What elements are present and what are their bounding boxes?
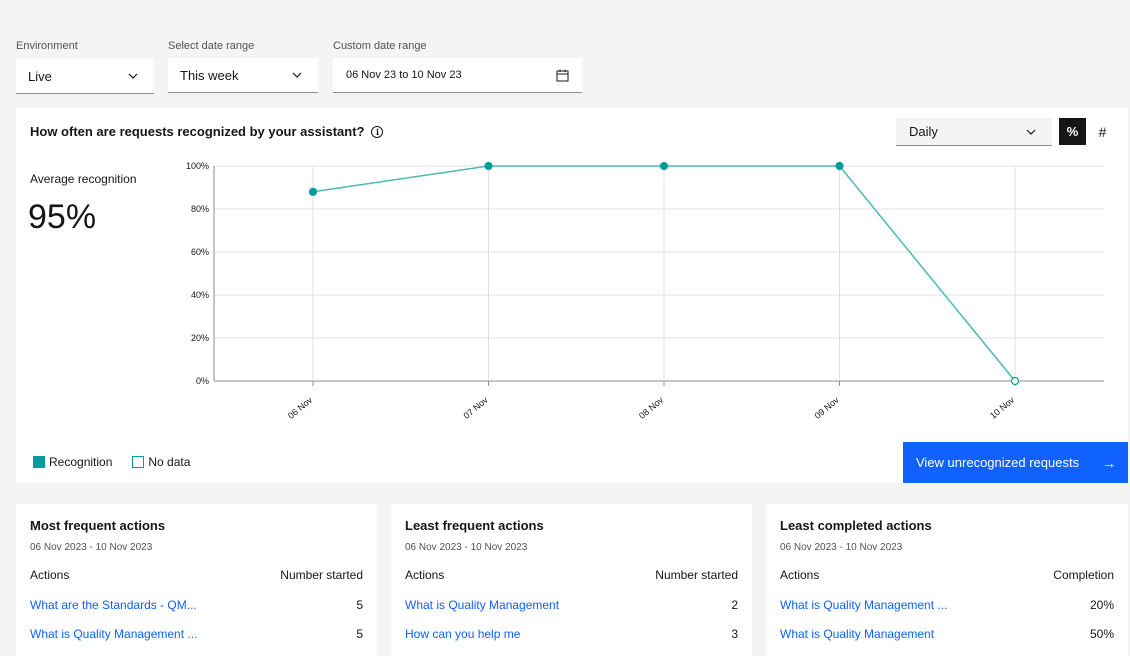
data-point-nodata <box>1010 376 1020 386</box>
view-unrecognized-requests-button[interactable]: View unrecognized requests → <box>903 442 1128 483</box>
y-tick-label: 80% <box>191 204 209 214</box>
x-tick-label: 10 Nov <box>988 395 1017 421</box>
x-tick-label: 08 Nov <box>637 395 666 421</box>
y-tick-label: 20% <box>191 333 209 343</box>
action-value: 5 <box>356 598 363 612</box>
most-frequent-actions-card: Most frequent actions 06 Nov 2023 - 10 N… <box>16 504 377 656</box>
least-frequent-actions-card: Least frequent actions 06 Nov 2023 - 10 … <box>391 504 752 656</box>
data-point <box>659 161 669 171</box>
action-link[interactable]: What is Quality Management ... <box>780 598 947 612</box>
action-link[interactable]: What are the Standards - QM... <box>30 598 197 612</box>
environment-label: Environment <box>16 40 78 52</box>
y-tick-label: 40% <box>191 290 209 300</box>
legend-nodata-swatch <box>132 456 145 468</box>
x-tick-label: 06 Nov <box>286 395 315 421</box>
environment-value: Live <box>28 68 52 84</box>
card-title: Least frequent actions <box>405 518 544 533</box>
action-value: 3 <box>731 627 738 641</box>
custom-date-input[interactable]: 06 Nov 23 to 10 Nov 23 <box>333 58 582 93</box>
col-actions: Actions <box>30 568 70 582</box>
view-button-label: View unrecognized requests <box>916 455 1080 470</box>
custom-date-label: Custom date range <box>333 40 427 52</box>
filter-bar: Environment Live Select date range This … <box>0 0 1130 98</box>
data-point <box>835 161 844 171</box>
action-value: 5 <box>356 627 363 641</box>
date-range-dropdown[interactable]: This week <box>168 58 318 93</box>
card-header-row: Actions Number started <box>405 568 738 582</box>
card-title: Least completed actions <box>780 518 932 533</box>
card-header-row: Actions Number started <box>30 568 363 582</box>
least-completed-actions-card: Least completed actions 06 Nov 2023 - 10… <box>766 504 1128 656</box>
recognition-card: How often are requests recognized by you… <box>16 108 1128 483</box>
action-value: 50% <box>1089 627 1114 641</box>
legend-recognition-label: Recognition <box>49 455 113 469</box>
action-value: 20% <box>1089 598 1114 612</box>
y-tick-label: 100% <box>186 161 209 171</box>
table-row: How can you help me 3 <box>405 627 738 641</box>
table-row: What is Quality Management 2 <box>405 598 738 612</box>
col-completion: Completion <box>1053 568 1114 582</box>
recognition-line-chart: 0% 20% 40% 60% 80% 100% 06 Nov 07 Nov 08 Nov 09 N… <box>186 161 1104 421</box>
legend-nodata-label: No data <box>148 455 191 469</box>
environment-dropdown[interactable]: Live <box>16 59 154 94</box>
table-row: What is Quality Management ... 5 <box>30 627 363 641</box>
col-number-started: Number started <box>280 568 363 582</box>
legend-recognition-swatch <box>33 456 45 468</box>
date-range-label: Select date range <box>168 40 255 52</box>
table-row: What is Quality Management 50% <box>780 627 1114 641</box>
y-tick-label: 0% <box>196 376 209 386</box>
date-range-value: This week <box>180 67 239 83</box>
custom-date-value: 06 Nov 23 to 10 Nov 23 <box>346 69 462 81</box>
action-link[interactable]: How can you help me <box>405 627 520 641</box>
col-actions: Actions <box>405 568 445 582</box>
chevron-down-icon <box>128 73 138 79</box>
table-row: What is Quality Management ... 20% <box>780 598 1114 612</box>
table-row: What are the Standards - QM... 5 <box>30 598 363 612</box>
action-link[interactable]: What is Quality Management <box>405 598 559 612</box>
action-value: 2 <box>731 598 738 612</box>
calendar-icon[interactable] <box>556 69 569 82</box>
card-date: 06 Nov 2023 - 10 Nov 2023 <box>30 542 153 553</box>
card-date: 06 Nov 2023 - 10 Nov 2023 <box>780 542 903 553</box>
action-link[interactable]: What is Quality Management <box>780 627 934 641</box>
chart-legend: Recognition No data <box>33 455 190 469</box>
data-point <box>484 161 493 171</box>
col-actions: Actions <box>780 568 820 582</box>
card-date: 06 Nov 2023 - 10 Nov 2023 <box>405 542 528 553</box>
data-point <box>308 187 318 196</box>
card-title: Most frequent actions <box>30 518 166 533</box>
action-link[interactable]: What is Quality Management ... <box>30 627 197 641</box>
x-tick-label: 09 Nov <box>813 395 842 421</box>
col-number-started: Number started <box>655 568 738 582</box>
chevron-down-icon <box>292 72 302 78</box>
x-tick-label: 07 Nov <box>462 395 491 421</box>
card-header-row: Actions Completion <box>780 568 1114 582</box>
y-tick-label: 60% <box>191 247 209 257</box>
arrow-right-icon: → <box>1102 455 1116 471</box>
